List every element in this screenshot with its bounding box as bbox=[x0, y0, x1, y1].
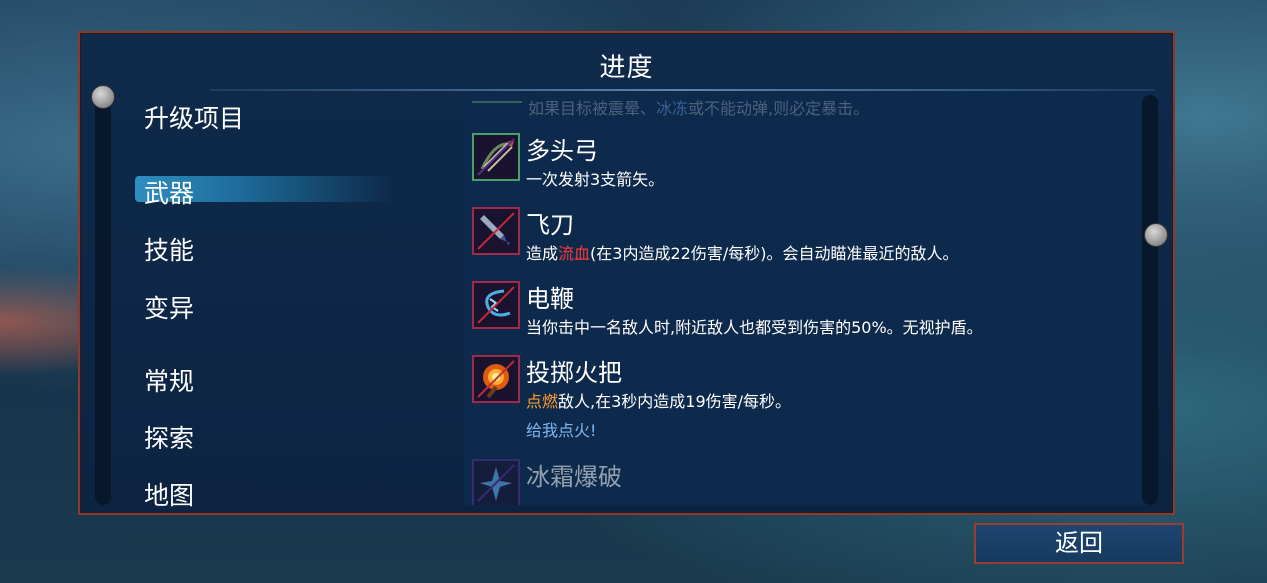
weapon-name: 多头弓 bbox=[526, 137, 598, 165]
progress-panel: 进度 升级项目 武器 技能 变异 常规 探索 地图 如果目标被震晕、冰冻或不能动… bbox=[78, 31, 1175, 515]
category-exploration[interactable]: 探索 bbox=[144, 419, 194, 455]
category-scrollbar[interactable] bbox=[95, 95, 111, 505]
weapon-name: 冰霜爆破 bbox=[526, 463, 622, 491]
weapon-name: 飞刀 bbox=[526, 211, 574, 239]
back-button[interactable]: 返回 bbox=[974, 523, 1184, 564]
category-mutations[interactable]: 变异 bbox=[144, 289, 194, 325]
weapon-description: 一次发射3支箭矢。 bbox=[526, 170, 665, 189]
multi-bow-icon bbox=[472, 133, 520, 181]
electric-whip-icon bbox=[472, 281, 520, 329]
partial-item-icon-edge bbox=[472, 101, 522, 103]
weapon-name: 电鞭 bbox=[526, 285, 574, 313]
throwing-knife-icon bbox=[472, 207, 520, 255]
partial-item-description: 如果目标被震晕、冰冻或不能动弹,则必定暴击。 bbox=[528, 99, 870, 118]
frost-blast-icon bbox=[472, 459, 520, 505]
weapon-description: 造成流血(在3内造成22伤害/每秒)。会自动瞄准最近的敌人。 bbox=[526, 244, 959, 263]
weapon-name: 投掷火把 bbox=[526, 359, 622, 387]
category-scroll-knob[interactable] bbox=[91, 85, 115, 109]
category-weapons[interactable]: 武器 bbox=[144, 174, 194, 210]
weapon-list[interactable]: 如果目标被震晕、冰冻或不能动弹,则必定暴击。 多头弓 一次发射3支箭矢。 飞刀 … bbox=[464, 91, 1154, 505]
list-scroll-knob[interactable] bbox=[1144, 223, 1168, 247]
weapon-description: 当你击中一名敌人时,附近敌人也都受到伤害的50%。无视护盾。 bbox=[526, 318, 983, 337]
list-scrollbar[interactable] bbox=[1142, 95, 1158, 505]
category-upgrades[interactable]: 升级项目 bbox=[144, 99, 244, 135]
panel-title: 进度 bbox=[599, 53, 654, 83]
category-map[interactable]: 地图 bbox=[144, 476, 194, 512]
category-skills[interactable]: 技能 bbox=[144, 231, 194, 267]
category-general[interactable]: 常规 bbox=[144, 362, 194, 398]
throwing-torch-icon bbox=[472, 355, 520, 403]
weapon-description: 点燃敌人,在3秒内造成19伤害/每秒。 bbox=[526, 392, 792, 411]
weapon-flavor-text: 给我点火! bbox=[526, 421, 597, 440]
